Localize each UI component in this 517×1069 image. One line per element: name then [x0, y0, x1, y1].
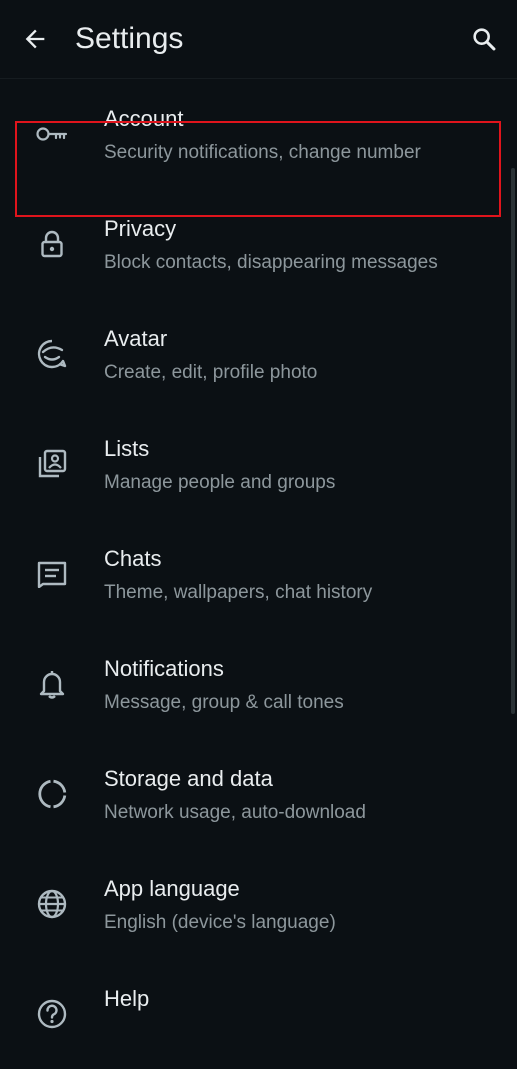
- chat-icon: [30, 557, 74, 591]
- settings-item-label: Account: [104, 106, 184, 131]
- scrollbar[interactable]: [511, 168, 515, 714]
- settings-item-app-language[interactable]: App language English (device's language): [0, 849, 517, 959]
- key-icon: [30, 117, 74, 151]
- settings-item-description: Network usage, auto-download: [104, 802, 366, 823]
- settings-item-description: Message, group & call tones: [104, 692, 344, 713]
- arrow-left-icon: [21, 25, 49, 53]
- settings-item-description: Block contacts, disappearing messages: [104, 252, 438, 273]
- page-title: Settings: [75, 22, 184, 55]
- settings-item-description: Create, edit, profile photo: [104, 362, 318, 383]
- settings-item-description: Security notifications, change number: [104, 142, 421, 163]
- bell-icon: [30, 667, 74, 701]
- settings-item-label: Avatar: [104, 326, 168, 351]
- help-icon: [30, 997, 74, 1031]
- settings-item-description: Theme, wallpapers, chat history: [104, 582, 373, 603]
- settings-item-label: Chats: [104, 546, 162, 571]
- settings-item-notifications[interactable]: Notifications Message, group & call tone…: [0, 629, 517, 739]
- search-button[interactable]: [463, 18, 505, 60]
- settings-item-label: Lists: [104, 436, 150, 461]
- settings-item-label: Storage and data: [104, 766, 273, 791]
- settings-item-label: Privacy: [104, 216, 177, 241]
- settings-item-help[interactable]: Help: [0, 959, 517, 1069]
- contacts-list-icon: [30, 447, 74, 481]
- avatar-icon: [30, 337, 74, 371]
- globe-icon: [30, 887, 74, 921]
- settings-item-label: Notifications: [104, 656, 224, 681]
- settings-item-description: Manage people and groups: [104, 472, 336, 493]
- app-bar: Settings: [0, 0, 517, 79]
- settings-item-description: English (device's language): [104, 912, 336, 933]
- settings-list: Account Security notifications, change n…: [0, 79, 517, 1069]
- back-button[interactable]: [14, 18, 56, 60]
- settings-item-avatar[interactable]: Avatar Create, edit, profile photo: [0, 299, 517, 409]
- settings-item-storage-and-data[interactable]: Storage and data Network usage, auto-dow…: [0, 739, 517, 849]
- settings-item-label: App language: [104, 876, 240, 901]
- settings-item-chats[interactable]: Chats Theme, wallpapers, chat history: [0, 519, 517, 629]
- settings-item-account[interactable]: Account Security notifications, change n…: [0, 79, 517, 189]
- settings-item-lists[interactable]: Lists Manage people and groups: [0, 409, 517, 519]
- search-icon: [470, 25, 498, 53]
- lock-icon: [30, 227, 74, 261]
- storage-icon: [30, 777, 74, 811]
- settings-item-privacy[interactable]: Privacy Block contacts, disappearing mes…: [0, 189, 517, 299]
- settings-item-label: Help: [104, 986, 150, 1011]
